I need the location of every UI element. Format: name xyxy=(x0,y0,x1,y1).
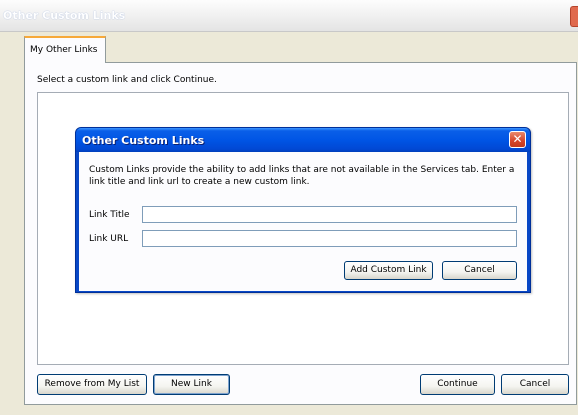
tab-my-other-links[interactable]: My Other Links xyxy=(24,36,106,63)
link-url-input[interactable] xyxy=(142,230,517,247)
continue-button[interactable]: Continue xyxy=(420,374,495,395)
dialog-body: Custom Links provide the ability to add … xyxy=(79,152,527,291)
add-custom-link-button[interactable]: Add Custom Link xyxy=(344,261,433,280)
tab-label: My Other Links xyxy=(30,45,98,55)
remove-from-list-button[interactable]: Remove from My List xyxy=(37,374,147,395)
window-title: Other Custom Links xyxy=(3,9,126,22)
dialog-title: Other Custom Links xyxy=(82,134,205,147)
dialog-description: Custom Links provide the ability to add … xyxy=(89,165,515,187)
custom-link-dialog: Other Custom Links ✕ Custom Links provid… xyxy=(75,127,531,293)
window-titlebar[interactable]: Other Custom Links xyxy=(0,0,578,32)
link-title-input[interactable] xyxy=(142,206,517,223)
cancel-button[interactable]: Cancel xyxy=(501,374,569,395)
window-close-icon[interactable] xyxy=(570,6,578,27)
dialog-titlebar[interactable]: Other Custom Links ✕ xyxy=(76,128,530,152)
link-title-label: Link Title xyxy=(89,210,130,220)
main-window: Other Custom Links My Other Links Select… xyxy=(0,0,578,415)
new-link-button[interactable]: New Link xyxy=(153,374,230,395)
instruction-text: Select a custom link and click Continue. xyxy=(37,75,217,85)
dialog-cancel-button[interactable]: Cancel xyxy=(442,261,517,280)
close-icon[interactable]: ✕ xyxy=(509,131,526,148)
link-url-label: Link URL xyxy=(89,234,129,244)
